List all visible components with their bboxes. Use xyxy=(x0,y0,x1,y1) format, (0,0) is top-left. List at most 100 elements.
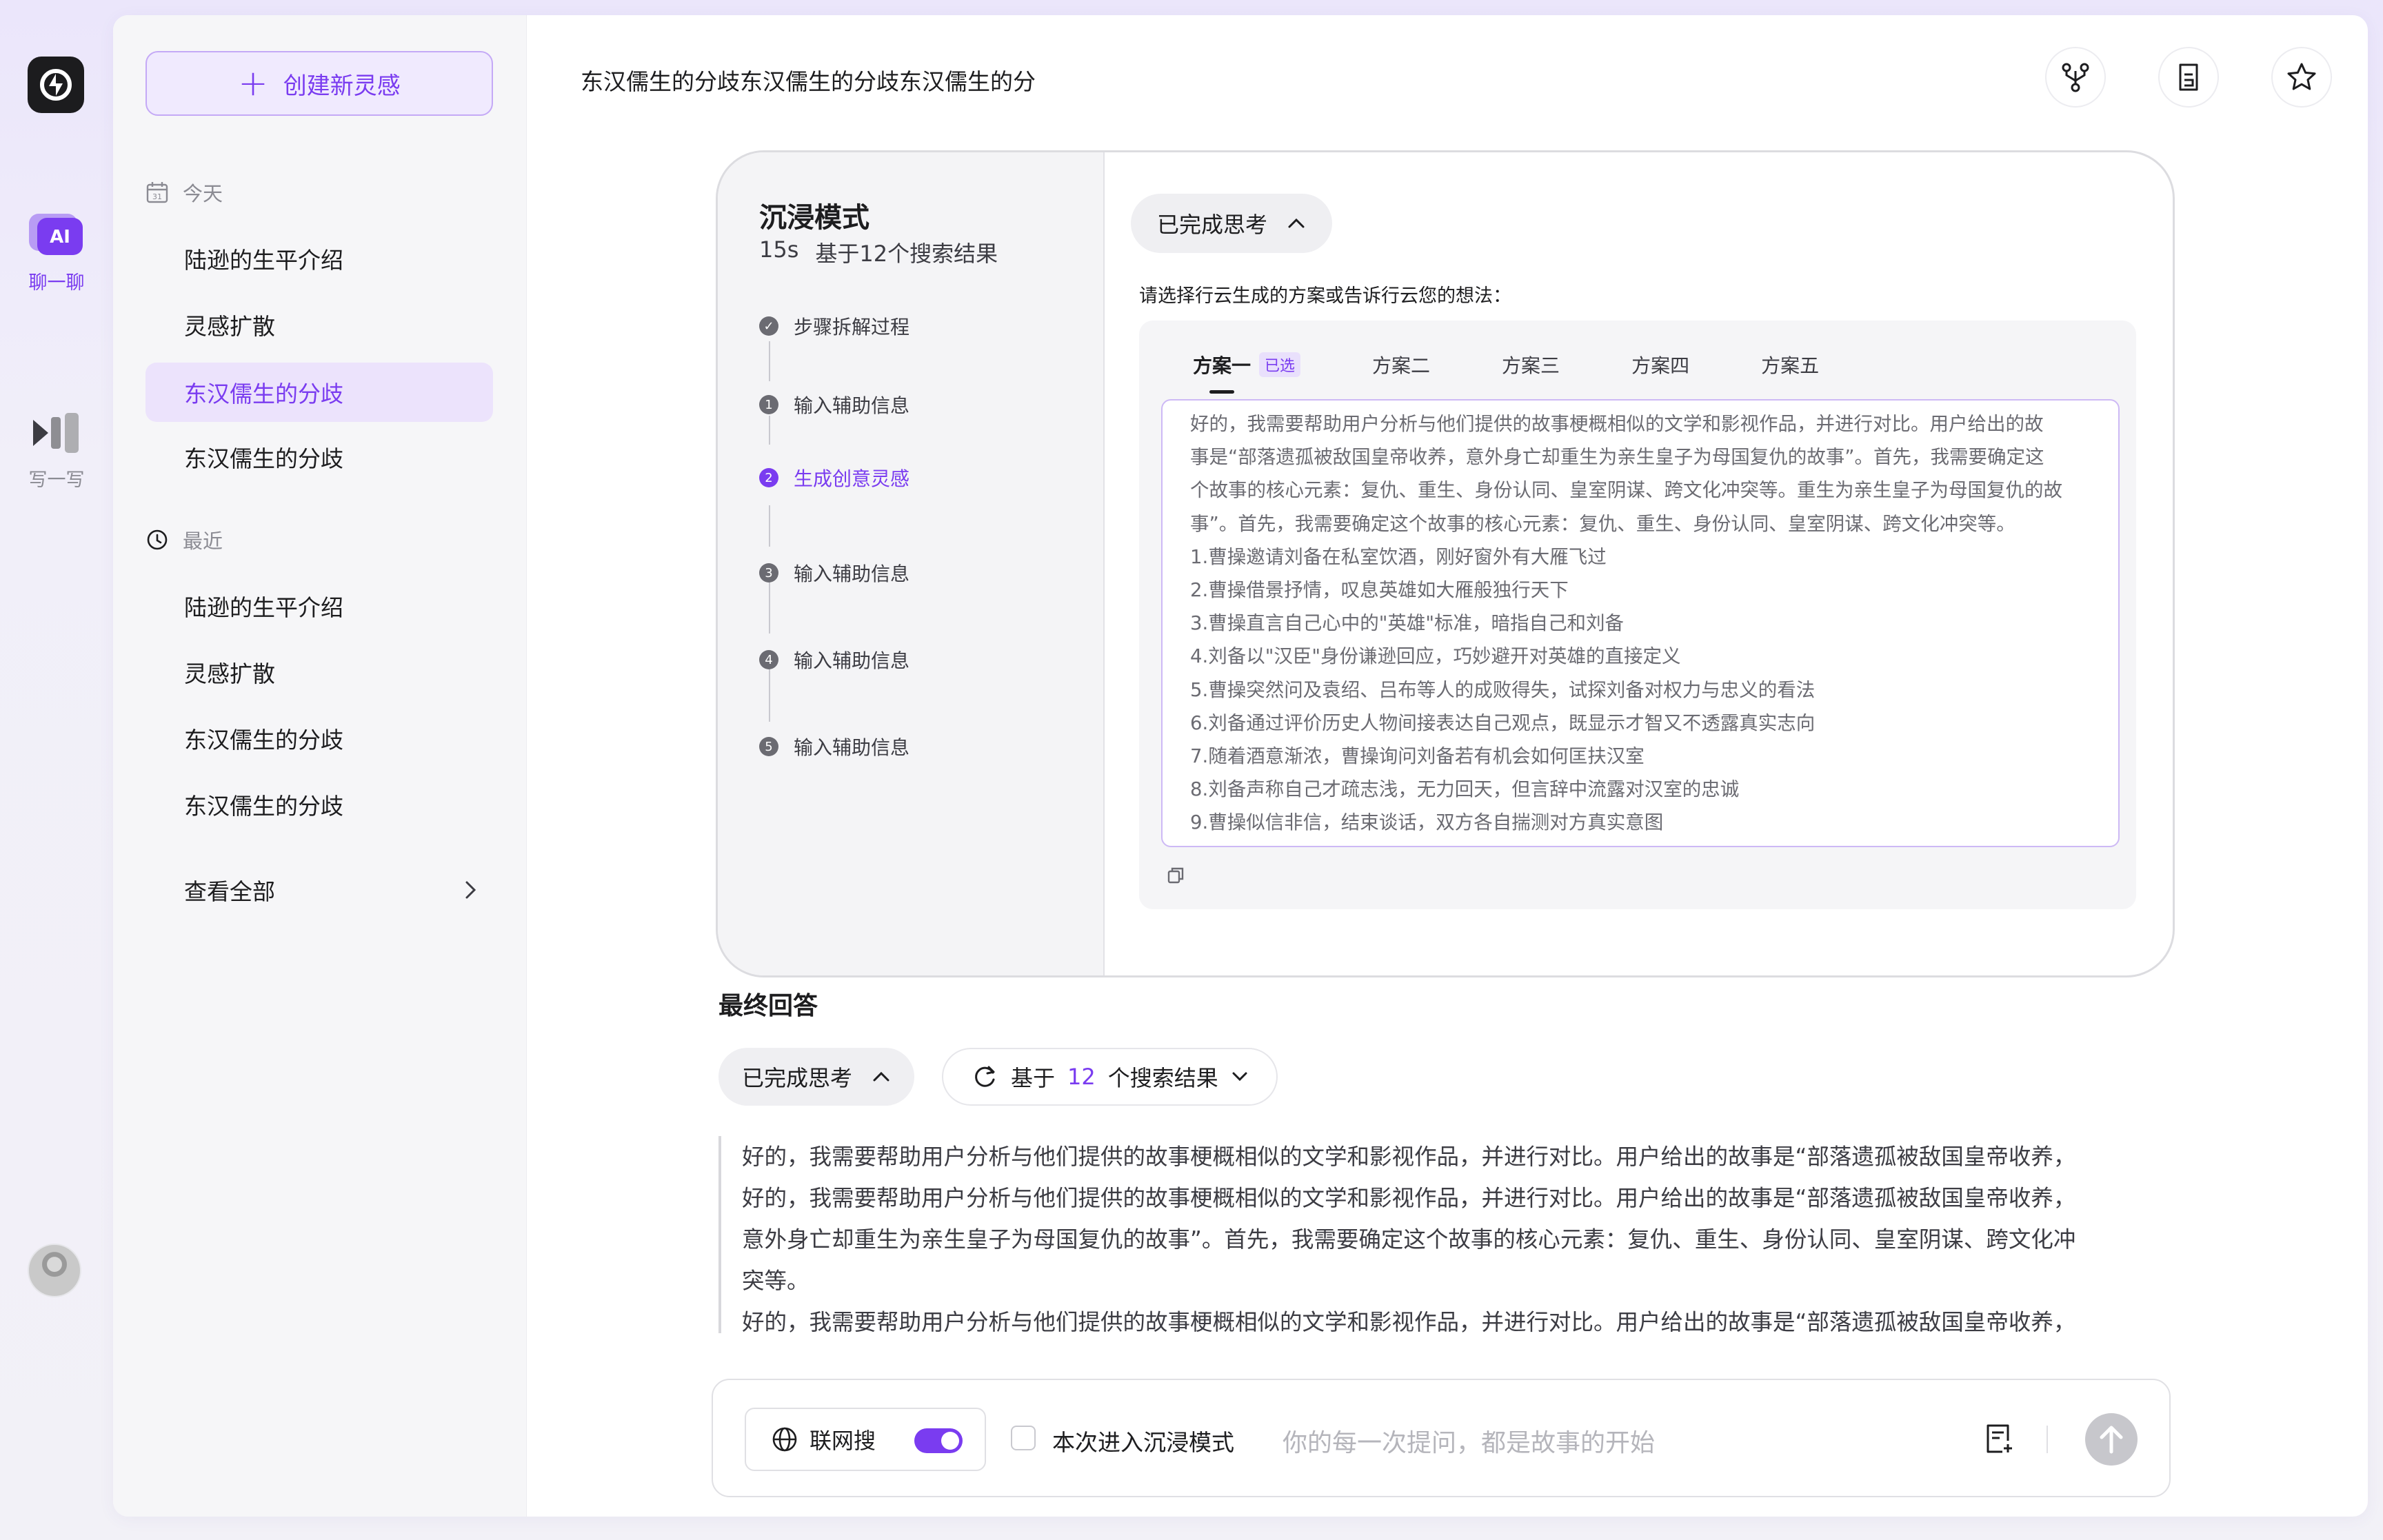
immersive-title: 沉浸模式 xyxy=(759,202,869,234)
chat-input[interactable]: 你的每一次提问，都是故事的开始 xyxy=(1283,1423,1655,1459)
history-item[interactable]: 东汉儒生的分歧 xyxy=(145,427,493,487)
plus-icon: + xyxy=(238,63,268,104)
logo-icon xyxy=(40,69,72,101)
tab-plan-2[interactable]: 方案二 xyxy=(1372,351,1430,378)
step-connector xyxy=(769,578,770,634)
document-icon xyxy=(2179,63,2198,91)
svg-text:31: 31 xyxy=(152,192,162,201)
answer-line: 突等。 xyxy=(742,1268,810,1294)
rail-write[interactable]: 写一写 xyxy=(0,404,113,492)
step-item[interactable]: 4 输入辅助信息 xyxy=(759,646,909,673)
tab-label: 方案四 xyxy=(1631,354,1690,377)
app-logo[interactable] xyxy=(28,57,84,113)
answer-line: 好的，我需要帮助用户分析与他们提供的故事梗概相似的文学和影视作品，并进行对比。用… xyxy=(742,1144,2076,1170)
history-item-label: 东汉儒生的分歧 xyxy=(184,445,343,472)
favorite-button[interactable] xyxy=(2271,47,2332,108)
copy-button[interactable] xyxy=(1165,865,1186,889)
step-connector xyxy=(769,341,770,381)
step-item-active[interactable]: 2 生成创意灵感 xyxy=(759,464,909,492)
create-new-label: 创建新灵感 xyxy=(283,72,401,100)
search-results-toggle[interactable]: 基于 12 个搜索结果 xyxy=(942,1048,1278,1106)
rail-write-label: 写一写 xyxy=(28,469,85,491)
plan-hint: 请选择行云生成的方案或告诉行云您的想法： xyxy=(1139,285,1511,307)
final-thinking-toggle[interactable]: 已完成思考 xyxy=(718,1048,915,1106)
branch-icon xyxy=(2062,63,2089,92)
history-item-label: 东汉儒生的分歧 xyxy=(184,727,343,753)
history-item-label: 东汉儒生的分歧 xyxy=(184,381,343,407)
chat-input-bar: 联网搜 本次进入沉浸模式 你的每一次提问，都是故事的开始 xyxy=(712,1379,2171,1497)
tab-label: 方案一 xyxy=(1193,354,1251,377)
immersive-time: 15s xyxy=(759,236,799,263)
rail-chat-label: 聊一聊 xyxy=(28,272,85,294)
plan-line: 4.刘备以"汉臣"身份谦逊回应，巧妙避开对英雄的直接定义 xyxy=(1190,645,1681,668)
immersive-panel: 沉浸模式 15s 基于12个搜索结果 ✓ 步骤拆解过程 1 输入辅助信息 2 生… xyxy=(716,150,2175,977)
history-item-active[interactable]: 东汉儒生的分歧 xyxy=(145,363,493,422)
tab-label: 方案三 xyxy=(1502,354,1560,377)
tab-plan-5[interactable]: 方案五 xyxy=(1761,351,1819,378)
step-number: 1 xyxy=(759,395,778,414)
step-number: 4 xyxy=(759,650,778,669)
history-item[interactable]: 东汉儒生的分歧 xyxy=(145,709,493,768)
immersive-checkbox[interactable] xyxy=(1011,1426,1036,1450)
search-count: 12 xyxy=(1067,1064,1096,1090)
chat-ai-icon: AI xyxy=(28,207,86,265)
web-search-toggle[interactable] xyxy=(914,1428,963,1453)
rail-chat[interactable]: AI 聊一聊 xyxy=(0,207,113,294)
plan-tabs: 方案一 已选 方案二 方案三 方案四 方案五 xyxy=(1193,351,1891,394)
step-item[interactable]: 3 输入辅助信息 xyxy=(759,559,909,587)
web-search-label: 联网搜 xyxy=(810,1428,876,1454)
step-item[interactable]: ✓ 步骤拆解过程 xyxy=(759,312,909,340)
globe-icon xyxy=(772,1427,797,1452)
tab-plan-3[interactable]: 方案三 xyxy=(1502,351,1560,378)
immersive-meta: 15s 基于12个搜索结果 xyxy=(759,236,998,268)
selected-badge: 已选 xyxy=(1259,352,1301,377)
thinking-label: 已完成思考 xyxy=(1157,212,1268,238)
step-number: 5 xyxy=(759,737,778,756)
chevron-down-icon xyxy=(1232,1072,1247,1082)
star-icon xyxy=(2287,63,2316,90)
attach-doc-button[interactable] xyxy=(1982,1421,2016,1459)
final-answer-title: 最终回答 xyxy=(718,992,818,1020)
thinking-toggle[interactable]: 已完成思考 xyxy=(1131,194,1333,253)
step-connector xyxy=(769,505,770,547)
history-item-label: 东汉儒生的分歧 xyxy=(184,793,343,820)
history-item[interactable]: 东汉儒生的分歧 xyxy=(145,775,493,834)
history-sidebar: + 创建新灵感 31 今天 陆逊的生平介绍 灵感扩散 东汉儒生的分歧 东汉儒生的… xyxy=(113,15,527,1517)
clock-icon xyxy=(147,529,168,550)
step-number: 2 xyxy=(759,468,778,487)
immersive-steps: 沉浸模式 15s 基于12个搜索结果 ✓ 步骤拆解过程 1 输入辅助信息 2 生… xyxy=(718,152,1105,975)
create-new-button[interactable]: + 创建新灵感 xyxy=(145,51,493,116)
export-button[interactable] xyxy=(2158,47,2219,108)
main-card: + 创建新灵感 31 今天 陆逊的生平介绍 灵感扩散 东汉儒生的分歧 东汉儒生的… xyxy=(113,15,2368,1517)
step-item[interactable]: 1 输入辅助信息 xyxy=(759,391,909,418)
step-label: 输入辅助信息 xyxy=(794,736,910,759)
plan-area: 已完成思考 请选择行云生成的方案或告诉行云您的想法： 方案一 已选 方案二 方案… xyxy=(1105,152,2173,975)
history-item[interactable]: 陆逊的生平介绍 xyxy=(145,229,493,288)
web-search-control[interactable]: 联网搜 xyxy=(745,1408,986,1471)
branch-button[interactable] xyxy=(2045,47,2106,108)
plan-line: 3.曹操直言自己心中的"英雄"标准，暗指自己和刘备 xyxy=(1190,612,1625,635)
plan-line: 1.曹操邀请刘备在私室饮酒，刚好窗外有大雁飞过 xyxy=(1190,545,1607,568)
conversation-title: 东汉儒生的分歧东汉儒生的分歧东汉儒生的分 xyxy=(581,68,1036,95)
history-item[interactable]: 灵感扩散 xyxy=(145,642,493,702)
plan-line: 事”。首先，我需要确定这个故事的核心元素：复仇、重生、身份认同、皇室阴谋、跨文化… xyxy=(1190,512,2015,535)
plan-selector: 方案一 已选 方案二 方案三 方案四 方案五 好的，我需要帮助用户分析与他们提供… xyxy=(1139,321,2136,909)
history-item[interactable]: 陆逊的生平介绍 xyxy=(145,576,493,636)
final-answer-text: 好的，我需要帮助用户分析与他们提供的故事梗概相似的文学和影视作品，并进行对比。用… xyxy=(718,1136,2173,1333)
plan-line: 5.曹操突然问及袁绍、吕布等人的成败得失，试探刘备对权力与忠义的看法 xyxy=(1190,678,1816,701)
step-label: 输入辅助信息 xyxy=(794,563,910,585)
plan-content[interactable]: 好的，我需要帮助用户分析与他们提供的故事梗概相似的文学和影视作品，并进行对比。用… xyxy=(1161,399,2120,847)
step-item[interactable]: 5 输入辅助信息 xyxy=(759,733,909,760)
see-all-link[interactable]: 查看全部 xyxy=(145,860,493,920)
tab-plan-4[interactable]: 方案四 xyxy=(1631,351,1689,378)
user-avatar[interactable] xyxy=(28,1244,81,1297)
history-item[interactable]: 灵感扩散 xyxy=(145,295,493,354)
plan-line: 好的，我需要帮助用户分析与他们提供的故事梗概相似的文学和影视作品，并进行对比。用… xyxy=(1190,413,2044,435)
step-label: 生成创意灵感 xyxy=(794,467,910,490)
app-rail: AI 聊一聊 写一写 xyxy=(0,0,113,1540)
immersive-search-info: 基于12个搜索结果 xyxy=(815,241,998,267)
send-button[interactable] xyxy=(2085,1413,2138,1466)
tab-label: 方案五 xyxy=(1761,354,1820,377)
tab-plan-1[interactable]: 方案一 已选 xyxy=(1193,351,1301,394)
write-icon xyxy=(28,404,86,462)
